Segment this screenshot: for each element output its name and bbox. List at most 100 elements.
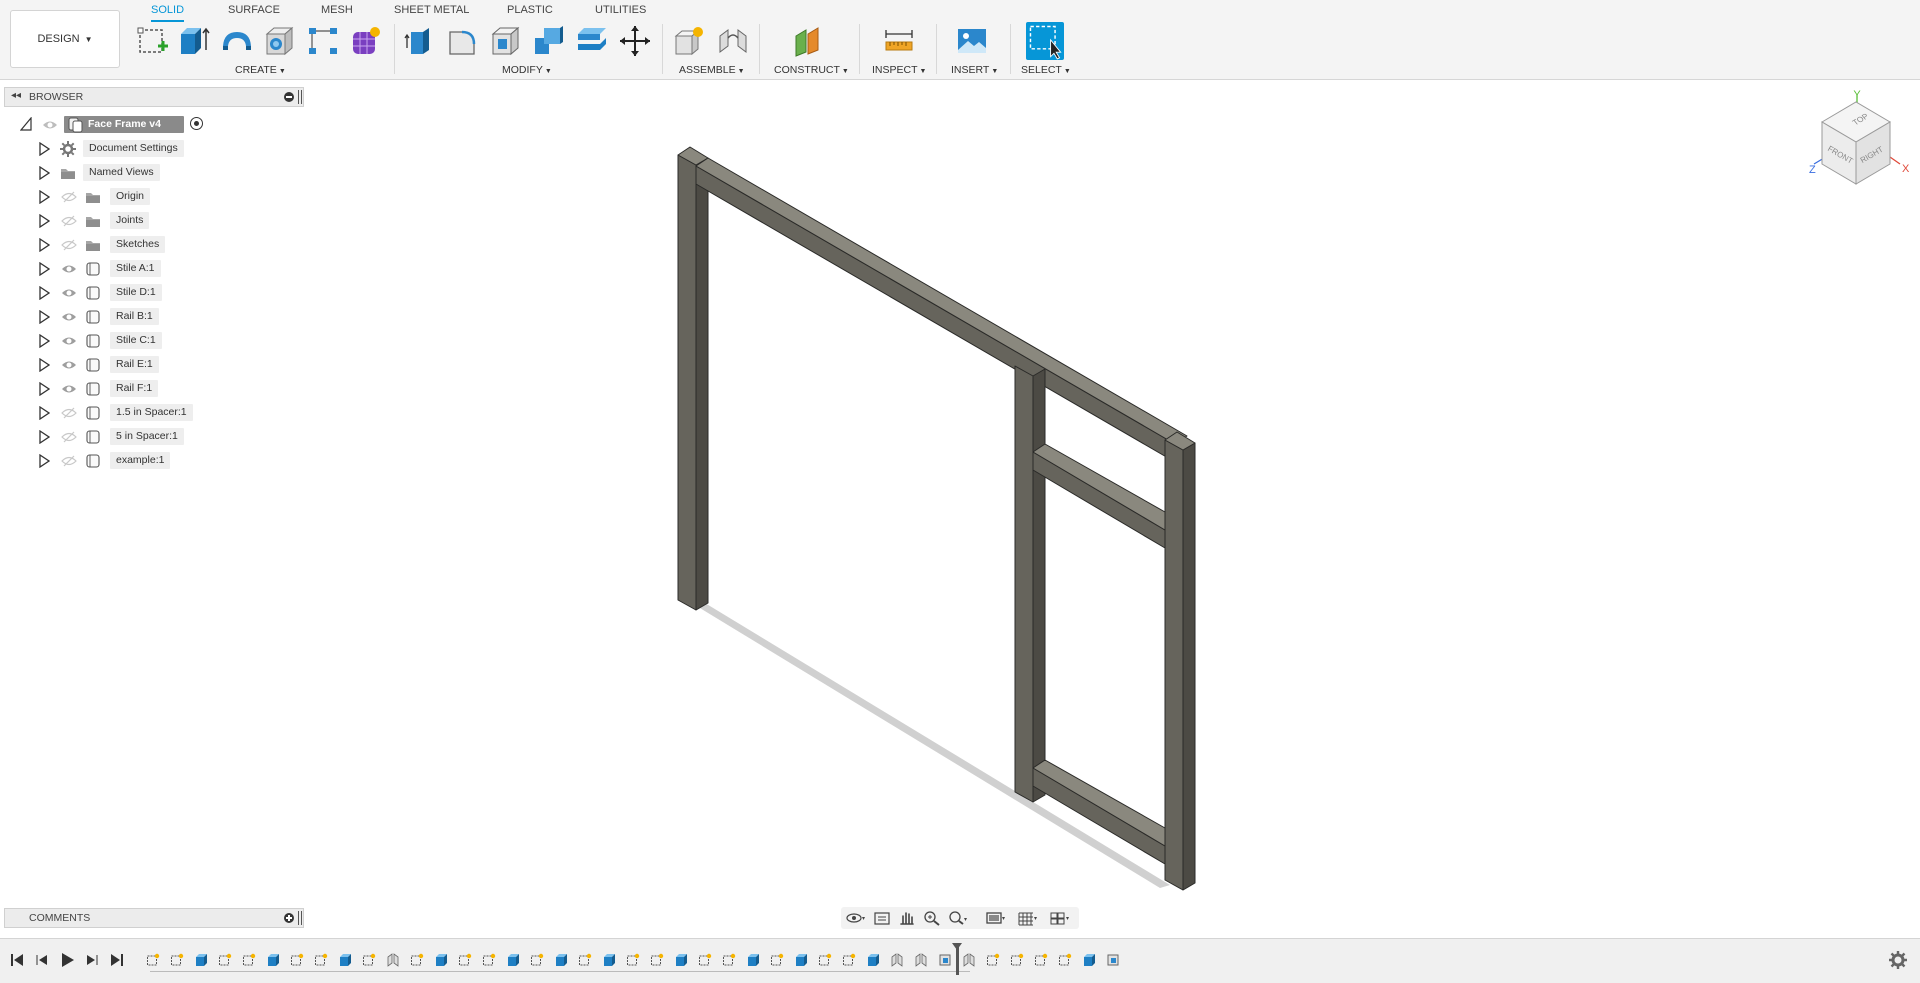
timeline-sketch-icon[interactable] (218, 953, 232, 967)
construct-menu[interactable]: CONSTRUCT ▼ (774, 64, 849, 76)
timeline-extrude-icon[interactable] (1082, 953, 1096, 967)
design-workspace-button[interactable]: DESIGN ▼ (10, 10, 120, 68)
timeline-sketch-icon[interactable] (626, 953, 640, 967)
new-component-button[interactable] (672, 24, 706, 58)
timeline-sketch-icon[interactable] (242, 953, 256, 967)
tab-sheet-metal[interactable]: SHEET METAL (394, 3, 469, 20)
timeline-sketch-icon[interactable] (1034, 953, 1048, 967)
timeline-extrude-icon[interactable] (674, 953, 688, 967)
insert-canvas-button[interactable] (955, 24, 989, 58)
select-menu[interactable]: SELECT ▼ (1021, 64, 1071, 76)
look-at-icon[interactable] (871, 910, 893, 926)
tab-solid[interactable]: SOLID (151, 3, 185, 22)
stile-a-left[interactable] (677, 146, 709, 611)
timeline-sketch-icon[interactable] (458, 953, 472, 967)
assemble-menu[interactable]: ASSEMBLE ▼ (679, 64, 745, 76)
timeline-extrude-icon[interactable] (194, 953, 208, 967)
tab-plastic[interactable]: PLASTIC (507, 3, 553, 20)
measure-button[interactable] (882, 24, 916, 58)
step-forward-icon[interactable] (83, 951, 101, 969)
rectangular-pattern-button[interactable] (306, 24, 340, 58)
rail-e-upper[interactable] (1032, 443, 1166, 549)
shell-modify-button[interactable] (489, 24, 523, 58)
timeline-sketch-icon[interactable] (146, 953, 160, 967)
timeline-extrude-icon[interactable] (434, 953, 448, 967)
play-icon[interactable] (58, 951, 76, 969)
timeline-sketch-icon[interactable] (314, 953, 328, 967)
tab-mesh[interactable]: MESH (321, 3, 353, 20)
timeline-sketch-icon[interactable] (362, 953, 376, 967)
create-sketch-button[interactable] (136, 24, 170, 58)
add-comment-icon[interactable] (284, 913, 294, 923)
timeline-extrude-icon[interactable] (746, 953, 760, 967)
timeline-component-icon[interactable] (1106, 953, 1120, 967)
timeline-settings-gear-icon[interactable] (1889, 951, 1907, 969)
timeline-joint-icon[interactable] (386, 953, 400, 967)
inspect-menu-label: INSPECT (872, 64, 918, 76)
form-button[interactable] (349, 24, 383, 58)
timeline-component-icon[interactable] (938, 953, 952, 967)
grid-snap-icon[interactable] (1017, 910, 1039, 926)
timeline-sketch-icon[interactable] (290, 953, 304, 967)
timeline-sketch-icon[interactable] (1058, 953, 1072, 967)
pan-hand-icon[interactable] (896, 910, 918, 926)
stile-c-middle[interactable] (1014, 365, 1046, 803)
timeline-extrude-icon[interactable] (866, 953, 880, 967)
step-back-icon[interactable] (33, 951, 51, 969)
timeline-sketch-icon[interactable] (650, 953, 664, 967)
fillet-button[interactable] (446, 24, 480, 58)
split-face-button[interactable] (575, 24, 609, 58)
timeline-joint-icon[interactable] (890, 953, 904, 967)
timeline-sketch-icon[interactable] (530, 953, 544, 967)
inspect-menu[interactable]: INSPECT ▼ (872, 64, 926, 76)
revolve-button[interactable] (220, 24, 254, 58)
timeline-sketch-icon[interactable] (482, 953, 496, 967)
comments-pin-icon[interactable] (298, 911, 302, 925)
timeline-sketch-icon[interactable] (770, 953, 784, 967)
face-frame-model[interactable] (677, 146, 1196, 891)
zoom-window-icon[interactable] (946, 910, 968, 926)
stile-d-right[interactable] (1164, 431, 1196, 891)
rail-b-top[interactable] (695, 157, 1188, 463)
tab-surface[interactable]: SURFACE (228, 3, 280, 20)
orbit-icon[interactable] (845, 910, 867, 926)
viewport-3d[interactable] (0, 80, 1920, 907)
timeline-sketch-icon[interactable] (818, 953, 832, 967)
extrude-button[interactable] (177, 24, 211, 58)
go-to-start-icon[interactable] (8, 951, 26, 969)
timeline-marker-handle[interactable] (952, 943, 962, 975)
timeline-sketch-icon[interactable] (842, 953, 856, 967)
insert-image-icon (958, 29, 986, 53)
view-cube[interactable]: Y X Z TOP FRONT RIGHT (1794, 84, 1914, 194)
combine-button[interactable] (532, 24, 566, 58)
timeline-sketch-icon[interactable] (170, 953, 184, 967)
timeline-sketch-icon[interactable] (578, 953, 592, 967)
timeline-extrude-icon[interactable] (554, 953, 568, 967)
timeline-sketch-icon[interactable] (1010, 953, 1024, 967)
display-settings-icon[interactable] (985, 910, 1007, 926)
joint-button[interactable] (716, 24, 750, 58)
tab-utilities[interactable]: UTILITIES (595, 3, 646, 20)
timeline-sketch-icon[interactable] (986, 953, 1000, 967)
timeline-extrude-icon[interactable] (506, 953, 520, 967)
zoom-icon[interactable] (921, 910, 943, 926)
timeline-sketch-icon[interactable] (722, 953, 736, 967)
go-to-end-icon[interactable] (108, 951, 126, 969)
move-copy-button[interactable] (618, 24, 652, 58)
create-menu[interactable]: CREATE ▼ (235, 64, 286, 76)
modify-menu[interactable]: MODIFY ▼ (502, 64, 552, 76)
timeline-joint-icon[interactable] (914, 953, 928, 967)
timeline-sketch-icon[interactable] (410, 953, 424, 967)
timeline-extrude-icon[interactable] (602, 953, 616, 967)
insert-menu[interactable]: INSERT ▼ (951, 64, 998, 76)
offset-plane-button[interactable] (792, 24, 826, 58)
timeline-extrude-icon[interactable] (266, 953, 280, 967)
timeline-sketch-icon[interactable] (698, 953, 712, 967)
viewports-icon[interactable] (1049, 910, 1071, 926)
press-pull-button[interactable] (403, 24, 437, 58)
timeline-extrude-icon[interactable] (338, 953, 352, 967)
timeline-extrude-icon[interactable] (794, 953, 808, 967)
timeline-joint-icon[interactable] (962, 953, 976, 967)
select-button[interactable] (1026, 22, 1064, 60)
shell-button[interactable] (263, 24, 297, 58)
